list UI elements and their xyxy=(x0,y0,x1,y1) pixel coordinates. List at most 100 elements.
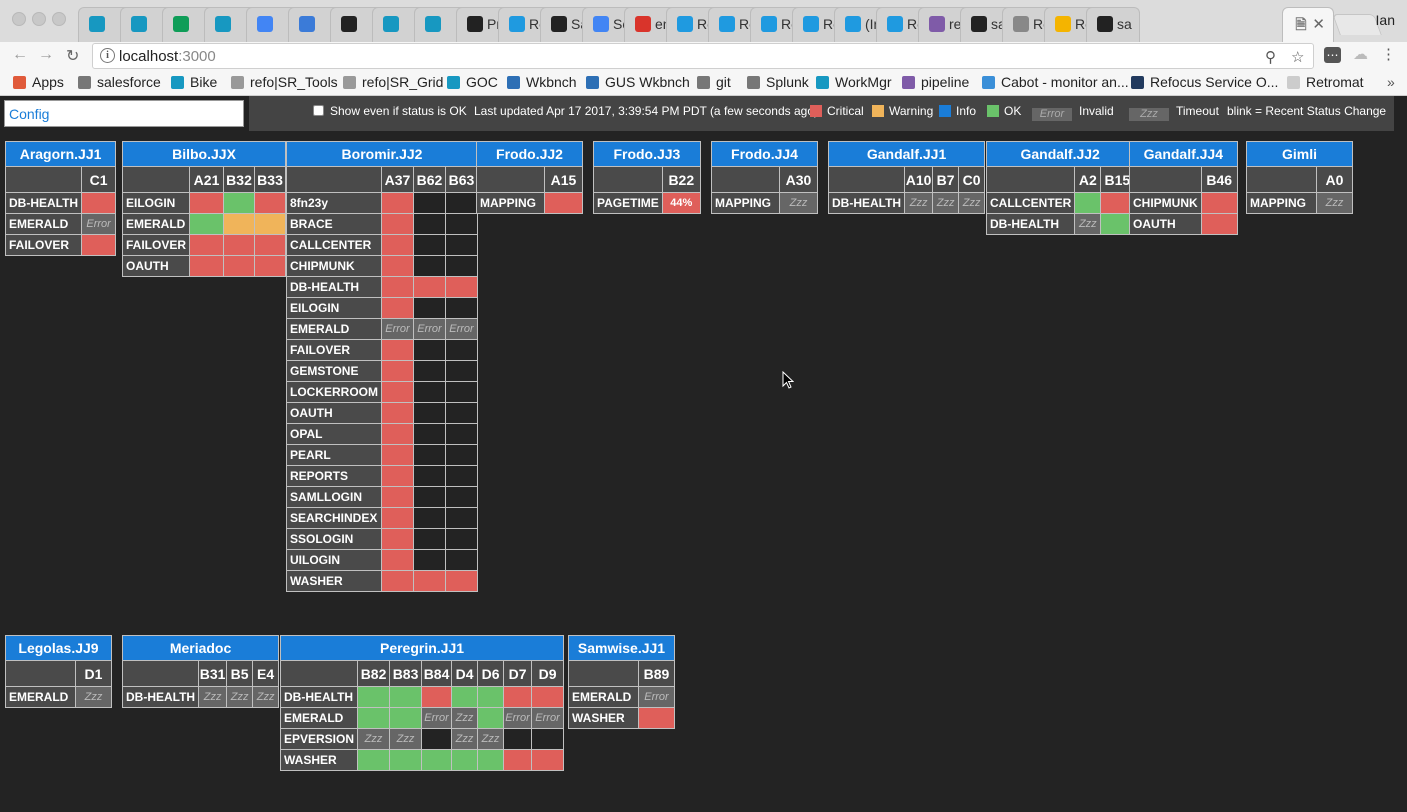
panel-title[interactable]: Frodo.JJ3 xyxy=(593,141,701,167)
status-cell-ok[interactable] xyxy=(389,749,423,771)
bookmark-workmgr[interactable]: WorkMgr xyxy=(816,74,892,90)
column-header[interactable]: B22 xyxy=(661,166,701,193)
zoom-magnifier-icon[interactable]: ⚲ xyxy=(1265,48,1276,66)
status-cell-critical[interactable] xyxy=(381,528,414,550)
status-cell-invalid[interactable]: Error xyxy=(413,318,446,340)
row-label[interactable]: WASHER xyxy=(279,749,359,771)
column-header[interactable]: D4 xyxy=(451,660,479,687)
row-label[interactable]: OPAL xyxy=(286,423,382,445)
bookmark-star-icon[interactable]: ☆ xyxy=(1291,48,1304,66)
status-cell-critical[interactable] xyxy=(413,570,446,592)
status-cell-critical[interactable] xyxy=(381,276,414,298)
bookmark-bike[interactable]: Bike xyxy=(171,74,217,90)
status-cell-critical[interactable] xyxy=(81,192,117,214)
config-input[interactable] xyxy=(4,100,244,127)
status-cell-critical[interactable] xyxy=(254,192,287,214)
address-bar[interactable]: i localhost:3000 ⚲ ☆ xyxy=(92,43,1314,69)
back-arrow-icon[interactable]: ← xyxy=(12,46,28,64)
bookmark-goc[interactable]: GOC xyxy=(447,74,498,90)
column-header[interactable]: B83 xyxy=(389,660,423,687)
row-label[interactable]: DB-HEALTH xyxy=(279,686,359,708)
column-header[interactable]: B46 xyxy=(1200,166,1238,193)
status-cell-timeout[interactable]: Zzz xyxy=(75,686,112,708)
row-label[interactable]: CHIPMUNK xyxy=(1129,192,1202,214)
status-cell-critical[interactable] xyxy=(638,707,675,729)
row-label[interactable]: EILOGIN xyxy=(286,297,382,319)
row-label[interactable]: REPORTS xyxy=(286,465,382,487)
status-cell-ok[interactable] xyxy=(357,707,391,729)
column-header[interactable]: D6 xyxy=(477,660,505,687)
bookmark-refocus-service-o[interactable]: Refocus Service O... xyxy=(1131,74,1278,90)
panel-title[interactable]: Bilbo.JJX xyxy=(121,141,287,167)
column-header[interactable]: B5 xyxy=(226,660,254,687)
status-cell-ok[interactable] xyxy=(451,686,479,708)
status-cell-timeout[interactable]: Zzz xyxy=(958,192,986,214)
status-cell-timeout[interactable]: Zzz xyxy=(477,728,505,750)
reload-icon[interactable]: ↻ xyxy=(66,46,79,66)
row-label[interactable]: MAPPING xyxy=(1246,192,1317,214)
row-label[interactable]: SEARCHINDEX xyxy=(286,507,382,529)
status-cell-invalid[interactable]: Error xyxy=(381,318,414,340)
row-label[interactable]: OAUTH xyxy=(286,402,382,424)
panel-title[interactable]: Samwise.JJ1 xyxy=(568,635,675,661)
status-cell-critical[interactable] xyxy=(531,686,565,708)
row-label[interactable]: PAGETIME xyxy=(593,192,663,214)
row-label[interactable]: SSOLOGIN xyxy=(286,528,382,550)
bookmark-wkbnch[interactable]: Wkbnch xyxy=(507,74,577,90)
column-header[interactable]: B7 xyxy=(932,166,960,193)
row-label[interactable]: FAILOVER xyxy=(121,234,191,256)
status-cell-ok[interactable] xyxy=(357,749,391,771)
column-header[interactable]: A15 xyxy=(544,166,583,193)
row-label[interactable]: BRACE xyxy=(286,213,382,235)
column-header[interactable]: B89 xyxy=(638,660,675,687)
column-header[interactable]: A10 xyxy=(904,166,934,193)
status-cell-critical[interactable] xyxy=(381,297,414,319)
status-cell-warning[interactable] xyxy=(254,213,287,235)
close-window-button[interactable] xyxy=(12,12,26,26)
row-label[interactable]: GEMSTONE xyxy=(286,360,382,382)
column-header[interactable]: B32 xyxy=(223,166,256,193)
column-header[interactable]: C1 xyxy=(81,166,117,193)
status-cell-critical[interactable] xyxy=(503,749,533,771)
panel-title[interactable]: Boromir.JJ2 xyxy=(286,141,478,167)
row-label[interactable]: SAMLLOGIN xyxy=(286,486,382,508)
status-cell-ok[interactable] xyxy=(223,192,256,214)
row-label[interactable]: EMERALD xyxy=(4,213,83,235)
column-header[interactable]: C0 xyxy=(958,166,986,193)
status-cell-ok[interactable] xyxy=(451,749,479,771)
status-cell-critical[interactable] xyxy=(381,465,414,487)
status-cell-critical[interactable] xyxy=(189,192,225,214)
panel-title[interactable]: Frodo.JJ2 xyxy=(476,141,583,167)
row-label[interactable]: CHIPMUNK xyxy=(286,255,382,277)
profile-name[interactable]: Ian xyxy=(1376,12,1395,28)
row-label[interactable]: EMERALD xyxy=(286,318,382,340)
status-cell-timeout[interactable]: Zzz xyxy=(198,686,228,708)
row-label[interactable]: EMERALD xyxy=(121,213,191,235)
panel-title[interactable]: Gandalf.JJ4 xyxy=(1129,141,1238,167)
status-cell-critical[interactable] xyxy=(381,255,414,277)
status-cell-critical[interactable] xyxy=(254,234,287,256)
status-cell-critical[interactable] xyxy=(381,423,414,445)
column-header[interactable]: A37 xyxy=(381,166,414,193)
column-header[interactable]: B31 xyxy=(198,660,228,687)
row-label[interactable]: EMERALD xyxy=(5,686,76,708)
column-header[interactable]: D1 xyxy=(75,660,112,687)
panel-title[interactable]: Peregrin.JJ1 xyxy=(279,635,565,661)
forward-arrow-icon[interactable]: → xyxy=(38,46,54,64)
site-info-icon[interactable]: i xyxy=(100,48,115,63)
status-cell-critical[interactable] xyxy=(445,570,478,592)
cloud-extension-icon[interactable]: ☁ xyxy=(1352,47,1369,63)
bookmark-refo-sr-tools[interactable]: refo|SR_Tools xyxy=(231,74,338,90)
status-cell-critical[interactable] xyxy=(531,749,565,771)
status-cell-invalid[interactable]: Error xyxy=(503,707,533,729)
new-tab-button[interactable] xyxy=(1332,14,1382,35)
panel-title[interactable]: Gandalf.JJ1 xyxy=(827,141,986,167)
status-cell-critical[interactable] xyxy=(381,360,414,382)
row-label[interactable]: OAUTH xyxy=(121,255,191,277)
status-cell-critical[interactable] xyxy=(381,570,414,592)
status-cell-critical[interactable] xyxy=(381,549,414,571)
status-cell-critical[interactable] xyxy=(381,507,414,529)
bookmark-cabot-monitor-an[interactable]: Cabot - monitor an... xyxy=(982,74,1129,90)
row-label[interactable]: DB-HEALTH xyxy=(985,213,1076,235)
status-cell-timeout[interactable]: Zzz xyxy=(779,192,818,214)
